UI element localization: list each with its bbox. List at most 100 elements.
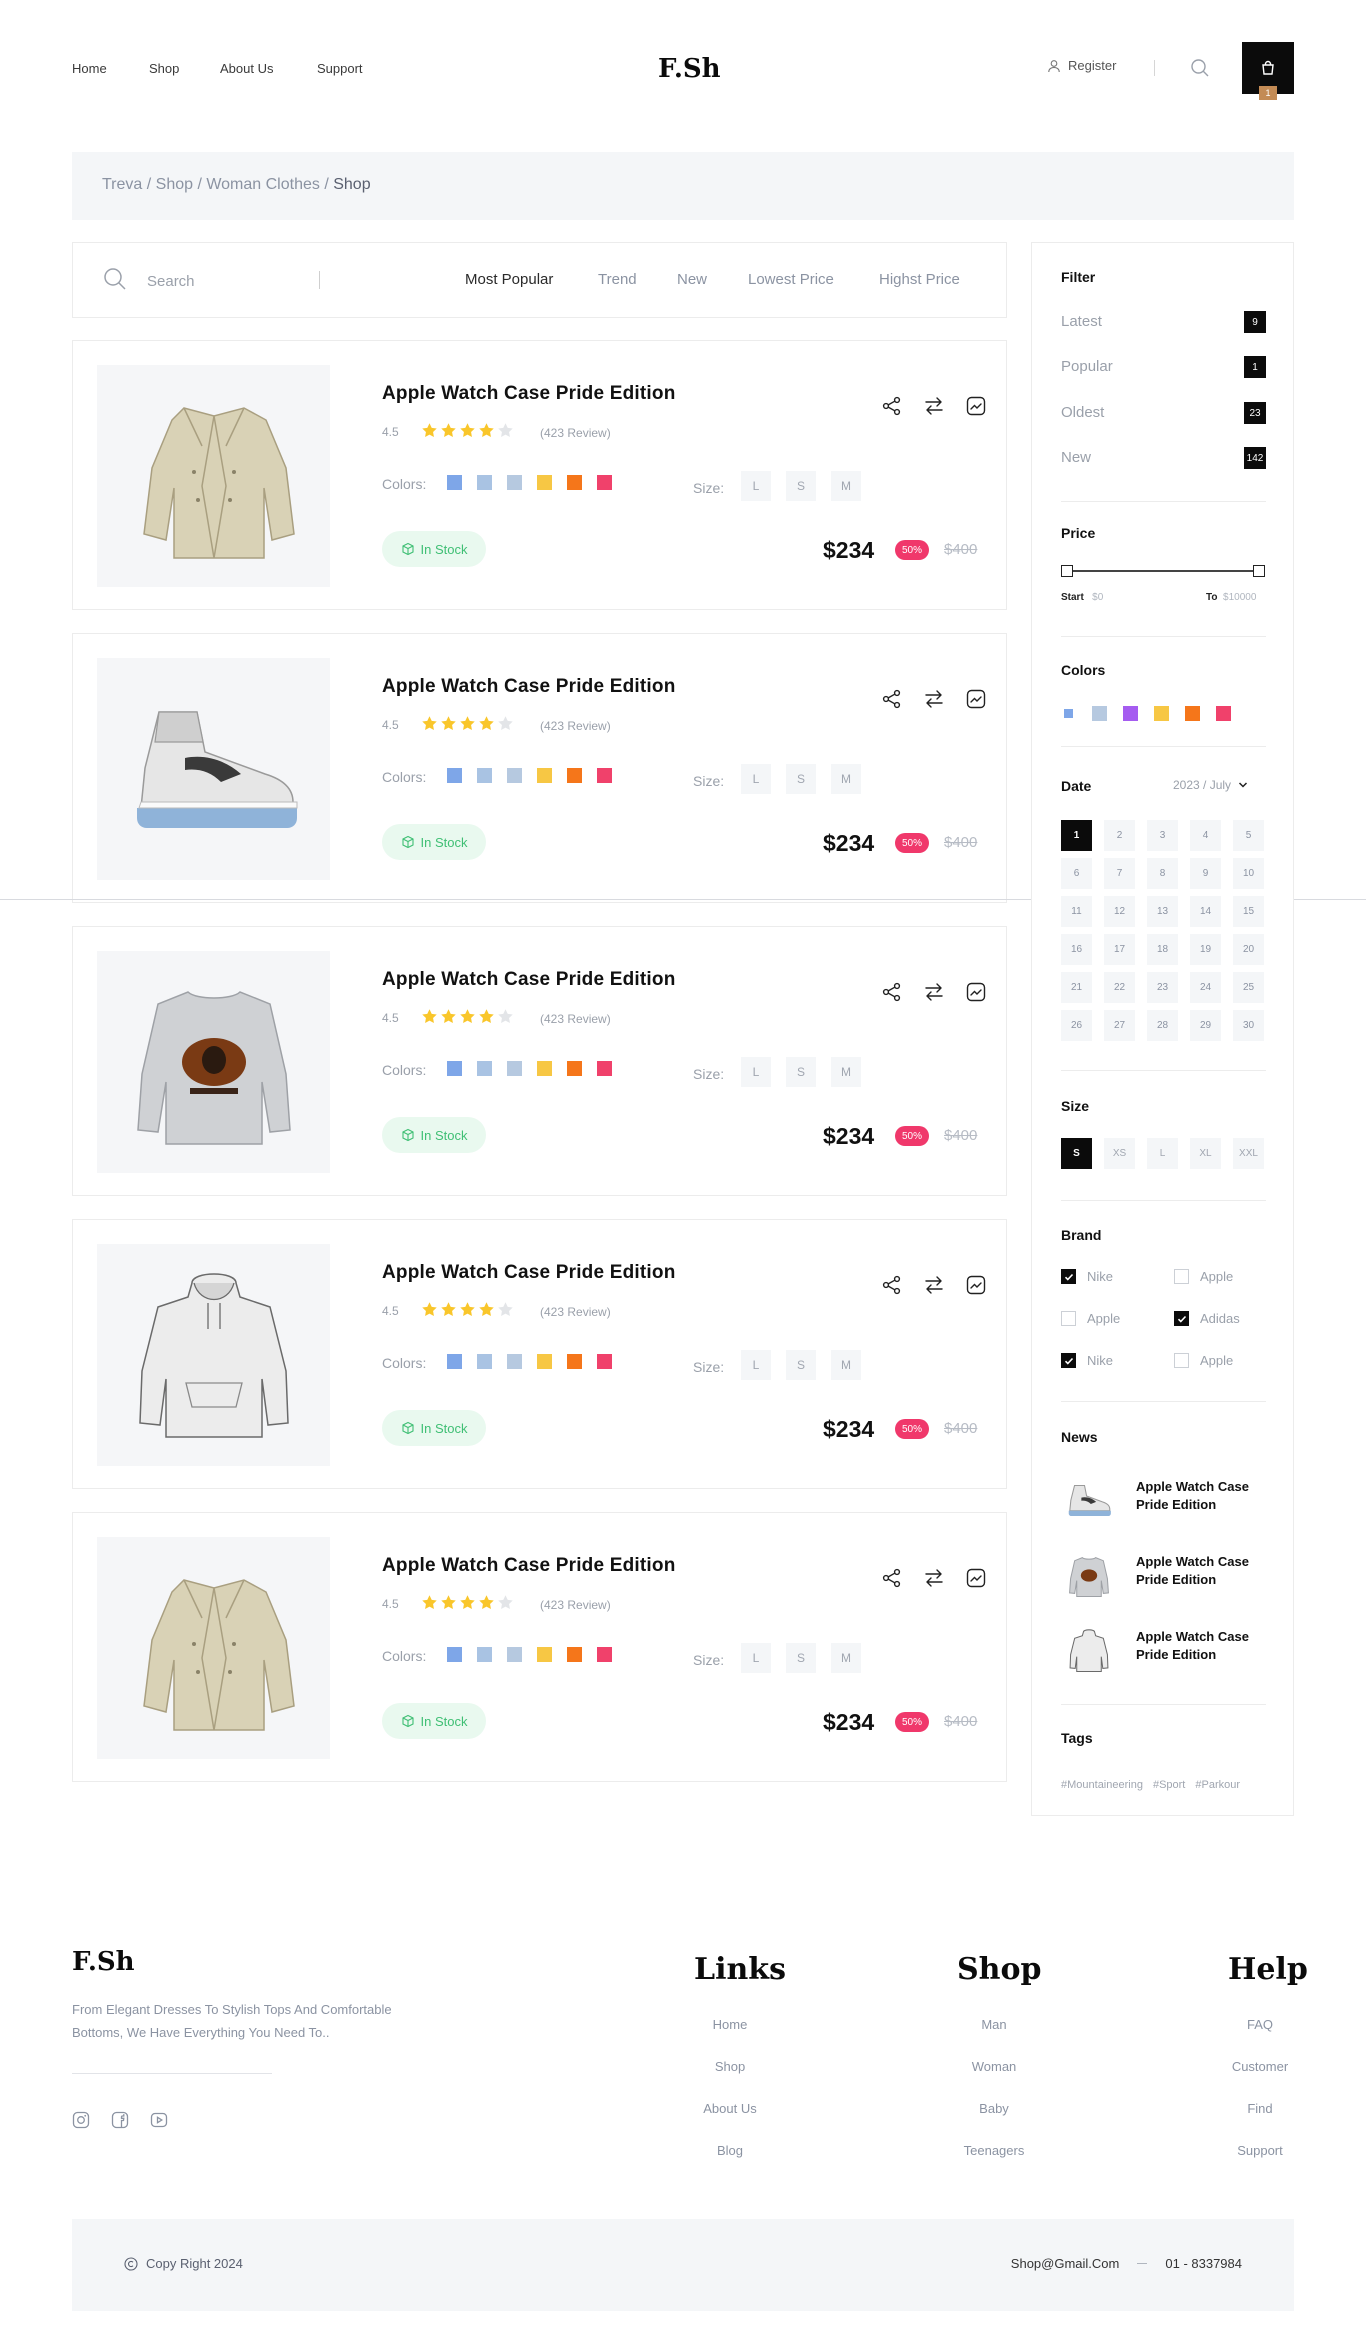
color-swatch-2[interactable]: [477, 1061, 492, 1076]
color-swatch-6[interactable]: [597, 1061, 612, 1076]
tab-most-popular[interactable]: Most Popular: [465, 271, 553, 288]
compare-arrows-icon[interactable]: [923, 1567, 945, 1589]
tab-highest-price[interactable]: Highst Price: [879, 271, 960, 288]
footer-link-home[interactable]: Home: [670, 2017, 790, 2032]
footer-link-find[interactable]: Find: [1200, 2101, 1320, 2116]
size-option-l[interactable]: L: [741, 1057, 771, 1087]
color-swatch-4[interactable]: [537, 1647, 552, 1662]
footer-link-customer[interactable]: Customer: [1200, 2059, 1320, 2074]
size-option-l[interactable]: L: [741, 764, 771, 794]
checkbox-checked[interactable]: [1174, 1311, 1189, 1326]
product-title[interactable]: Apple Watch Case Pride Edition: [382, 1555, 676, 1577]
month-select[interactable]: 2023 / July: [1173, 778, 1248, 792]
footer-link-baby[interactable]: Baby: [934, 2101, 1054, 2116]
contact-email[interactable]: Shop@Gmail.Com: [1011, 2256, 1120, 2271]
size-option-m[interactable]: M: [831, 764, 861, 794]
size-option-s[interactable]: S: [786, 764, 816, 794]
calendar-day-22[interactable]: 22: [1104, 972, 1135, 1003]
share-icon[interactable]: [881, 688, 903, 710]
product-title[interactable]: Apple Watch Case Pride Edition: [382, 676, 676, 698]
color-swatch-6[interactable]: [597, 768, 612, 783]
checkbox-unchecked[interactable]: [1061, 1311, 1076, 1326]
product-card-4[interactable]: Apple Watch Case Pride Edition 4.5 (423 …: [72, 1219, 1007, 1489]
news-item-3[interactable]: Apple Watch Case Pride Edition: [1061, 1622, 1266, 1682]
breadcrumb-path[interactable]: Treva / Shop / Woman Clothes /: [102, 176, 333, 193]
color-swatch-4[interactable]: [537, 768, 552, 783]
calendar-day-16[interactable]: 16: [1061, 934, 1092, 965]
review-count[interactable]: (423 Review): [540, 719, 611, 733]
brand-option-nike[interactable]: Nike: [1061, 1353, 1113, 1368]
chart-icon[interactable]: [965, 1567, 987, 1589]
brand-option-apple[interactable]: Apple: [1061, 1311, 1120, 1326]
nav-shop[interactable]: Shop: [149, 61, 179, 76]
price-slider-track[interactable]: [1067, 570, 1262, 572]
calendar-day-2[interactable]: 2: [1104, 820, 1135, 851]
calendar-day-23[interactable]: 23: [1147, 972, 1178, 1003]
calendar-day-7[interactable]: 7: [1104, 858, 1135, 889]
size-filter-xl[interactable]: XL: [1190, 1138, 1221, 1169]
calendar-day-9[interactable]: 9: [1190, 858, 1221, 889]
color-swatch-1[interactable]: [447, 1647, 462, 1662]
size-option-l[interactable]: L: [741, 471, 771, 501]
calendar-day-26[interactable]: 26: [1061, 1010, 1092, 1041]
calendar-day-28[interactable]: 28: [1147, 1010, 1178, 1041]
calendar-day-17[interactable]: 17: [1104, 934, 1135, 965]
calendar-day-8[interactable]: 8: [1147, 858, 1178, 889]
color-swatch-3[interactable]: [507, 1061, 522, 1076]
nav-home[interactable]: Home: [72, 61, 107, 76]
calendar-day-27[interactable]: 27: [1104, 1010, 1135, 1041]
brand-option-nike[interactable]: Nike: [1061, 1269, 1113, 1284]
tag-mountaineering[interactable]: #Mountaineering: [1061, 1779, 1143, 1791]
review-count[interactable]: (423 Review): [540, 1305, 611, 1319]
size-filter-xxl[interactable]: XXL: [1233, 1138, 1264, 1169]
color-filter-6[interactable]: [1216, 706, 1231, 721]
news-item-1[interactable]: Apple Watch Case Pride Edition: [1061, 1472, 1266, 1532]
color-swatch-1[interactable]: [447, 768, 462, 783]
nav-support[interactable]: Support: [317, 61, 363, 76]
calendar-day-1[interactable]: 1: [1061, 820, 1092, 851]
color-swatch-4[interactable]: [537, 475, 552, 490]
size-option-m[interactable]: M: [831, 1057, 861, 1087]
color-swatch-2[interactable]: [477, 475, 492, 490]
filter-item-oldest[interactable]: Oldest 23: [1061, 402, 1266, 424]
review-count[interactable]: (423 Review): [540, 426, 611, 440]
calendar-day-30[interactable]: 30: [1233, 1010, 1264, 1041]
color-swatch-3[interactable]: [507, 475, 522, 490]
product-card-1[interactable]: Apple Watch Case Pride Edition 4.5 (423 …: [72, 340, 1007, 610]
footer-link-woman[interactable]: Woman: [934, 2059, 1054, 2074]
calendar-day-13[interactable]: 13: [1147, 896, 1178, 927]
color-swatch-6[interactable]: [597, 475, 612, 490]
calendar-day-24[interactable]: 24: [1190, 972, 1221, 1003]
search-icon[interactable]: [1190, 58, 1210, 78]
compare-arrows-icon[interactable]: [923, 688, 945, 710]
tab-lowest-price[interactable]: Lowest Price: [748, 271, 834, 288]
color-swatch-3[interactable]: [507, 1647, 522, 1662]
calendar-day-6[interactable]: 6: [1061, 858, 1092, 889]
product-title[interactable]: Apple Watch Case Pride Edition: [382, 383, 676, 405]
filter-item-latest[interactable]: Latest 9: [1061, 311, 1266, 333]
size-filter-l[interactable]: L: [1147, 1138, 1178, 1169]
color-swatch-2[interactable]: [477, 1354, 492, 1369]
color-swatch-1[interactable]: [447, 475, 462, 490]
size-option-s[interactable]: S: [786, 1350, 816, 1380]
calendar-day-5[interactable]: 5: [1233, 820, 1264, 851]
checkbox-checked[interactable]: [1061, 1269, 1076, 1284]
calendar-day-14[interactable]: 14: [1190, 896, 1221, 927]
size-option-s[interactable]: S: [786, 471, 816, 501]
chart-icon[interactable]: [965, 688, 987, 710]
color-swatch-6[interactable]: [597, 1647, 612, 1662]
chart-icon[interactable]: [965, 395, 987, 417]
product-card-5[interactable]: Apple Watch Case Pride Edition 4.5 (423 …: [72, 1512, 1007, 1782]
size-option-m[interactable]: M: [831, 471, 861, 501]
color-swatch-2[interactable]: [477, 1647, 492, 1662]
color-filter-3[interactable]: [1123, 706, 1138, 721]
footer-link-support[interactable]: Support: [1200, 2143, 1320, 2158]
product-card-3[interactable]: Apple Watch Case Pride Edition 4.5 (423 …: [72, 926, 1007, 1196]
tag-sport[interactable]: #Sport: [1153, 1779, 1185, 1791]
color-swatch-5[interactable]: [567, 1354, 582, 1369]
search-input[interactable]: [147, 267, 307, 295]
filter-item-new[interactable]: New 142: [1061, 447, 1266, 469]
tab-new[interactable]: New: [677, 271, 707, 288]
checkbox-checked[interactable]: [1061, 1353, 1076, 1368]
instagram-icon[interactable]: [72, 2111, 90, 2129]
